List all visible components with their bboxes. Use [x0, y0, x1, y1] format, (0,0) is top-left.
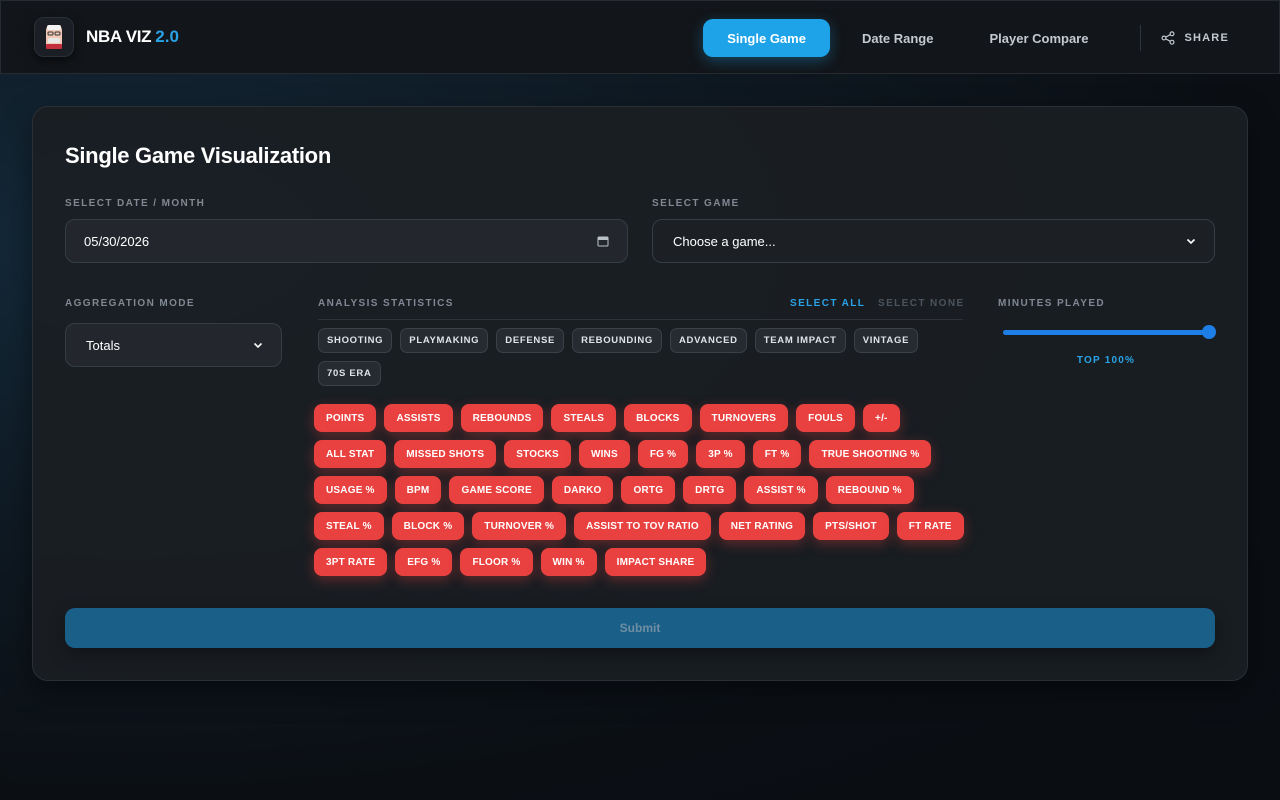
stat-chip[interactable]: FOULS [796, 404, 856, 432]
stat-chip[interactable]: GAME SCORE [449, 476, 544, 504]
tab-date-range[interactable]: Date Range [838, 19, 958, 57]
stat-chip[interactable]: FLOOR % [460, 548, 533, 576]
stat-chip[interactable]: +/- [863, 404, 900, 432]
share-label: SHARE [1184, 32, 1229, 44]
single-game-panel: Single Game Visualization SELECT DATE / … [32, 106, 1248, 681]
stat-category-70s-era[interactable]: 70S ERA [318, 361, 381, 386]
stat-chip[interactable]: 3P % [696, 440, 745, 468]
stat-chip[interactable]: 3PT RATE [314, 548, 388, 576]
top-navigation-bar: NBA VIZ 2.0 Single Game Date Range Playe… [0, 0, 1280, 74]
select-all-button[interactable]: SELECT ALL [790, 298, 865, 309]
stat-chip[interactable]: BPM [394, 476, 442, 504]
stat-category-advanced[interactable]: ADVANCED [669, 328, 747, 353]
player-avatar-icon [34, 17, 74, 57]
minutes-value: TOP 100% [1076, 355, 1136, 366]
stat-chip[interactable]: ORTG [621, 476, 676, 504]
date-value: 05/30/2026 [84, 233, 150, 249]
analysis-statistics-label: ANALYSIS STATISTICS [318, 298, 454, 309]
stat-category-rebounding[interactable]: REBOUNDING [572, 328, 662, 353]
stat-category-shooting[interactable]: SHOOTING [318, 328, 393, 353]
game-select[interactable]: Choose a game... [652, 219, 1215, 263]
page-title: Single Game Visualization [65, 143, 331, 168]
stat-chip[interactable]: ALL STAT [314, 440, 387, 468]
stat-chip[interactable]: STEAL % [314, 512, 384, 540]
stat-category-defense[interactable]: DEFENSE [496, 328, 565, 353]
chevron-down-icon [253, 342, 263, 349]
aggregation-label: AGGREGATION MODE [65, 298, 195, 309]
stat-chip[interactable]: ASSISTS [384, 404, 453, 432]
stat-chip-list: POINTS ASSISTS REBOUNDS STEALS BLOCKS TURNOVE… [314, 404, 974, 576]
stats-divider [318, 319, 963, 320]
stat-category-team-impact[interactable]: TEAM IMPACT [754, 328, 846, 353]
submit-button[interactable]: Submit [65, 608, 1215, 648]
game-select-value: Choose a game... [673, 233, 776, 249]
stat-category-playmaking[interactable]: PLAYMAKING [400, 328, 489, 353]
stat-chip[interactable]: FT RATE [896, 512, 964, 540]
brand-name: NBA VIZ [86, 27, 152, 46]
stat-chip[interactable]: ASSIST TO TOV RATIO [574, 512, 711, 540]
stat-chip[interactable]: FT % [752, 440, 802, 468]
stat-chip[interactable]: FG % [637, 440, 689, 468]
stat-chip[interactable]: POINTS [314, 404, 377, 432]
slider-fill [1003, 330, 1209, 335]
stat-chip[interactable]: DARKO [551, 476, 614, 504]
stat-chip[interactable]: WINS [578, 440, 630, 468]
stat-chip[interactable]: REBOUNDS [460, 404, 544, 432]
stat-chip[interactable]: NET RATING [718, 512, 806, 540]
stat-category-list: SHOOTING PLAYMAKING DEFENSE REBOUNDING ADVAN… [318, 328, 968, 386]
aggregation-select[interactable]: Totals [65, 323, 282, 367]
stat-chip[interactable]: USAGE % [314, 476, 387, 504]
stat-chip[interactable]: STEALS [551, 404, 617, 432]
date-input[interactable]: 05/30/2026 [65, 219, 628, 263]
share-icon [1161, 31, 1175, 45]
stat-chip[interactable]: MISSED SHOTS [394, 440, 497, 468]
stat-chip[interactable]: REBOUND % [825, 476, 914, 504]
slider-thumb[interactable] [1202, 325, 1216, 339]
stat-chip[interactable]: WIN % [540, 548, 597, 576]
nav-tabs: Single Game Date Range Player Compare SH… [703, 1, 1279, 75]
stat-chip[interactable]: DRTG [683, 476, 737, 504]
stat-chip[interactable]: EFG % [395, 548, 453, 576]
stat-chip[interactable]: BLOCKS [624, 404, 692, 432]
chevron-down-icon [1186, 238, 1196, 245]
share-button[interactable]: SHARE [1161, 31, 1229, 45]
minutes-slider[interactable] [1003, 325, 1216, 339]
stat-chip[interactable]: PTS/SHOT [813, 512, 889, 540]
aggregation-value: Totals [86, 337, 120, 353]
date-label: SELECT DATE / MONTH [65, 198, 206, 209]
nav-divider [1140, 25, 1142, 51]
game-label: SELECT GAME [652, 198, 740, 209]
brand-version: 2.0 [155, 27, 179, 46]
stat-category-vintage[interactable]: VINTAGE [853, 328, 919, 353]
stat-chip[interactable]: TRUE SHOOTING % [809, 440, 932, 468]
brand[interactable]: NBA VIZ 2.0 [34, 17, 179, 57]
stat-chip[interactable]: BLOCK % [391, 512, 465, 540]
calendar-icon[interactable] [597, 235, 609, 247]
stat-chip[interactable]: IMPACT SHARE [604, 548, 707, 576]
stat-chip[interactable]: TURNOVER % [472, 512, 567, 540]
stat-chip[interactable]: ASSIST % [744, 476, 818, 504]
minutes-label: MINUTES PLAYED [998, 298, 1106, 309]
stat-chip[interactable]: STOCKS [504, 440, 571, 468]
tab-single-game[interactable]: Single Game [703, 19, 830, 57]
stat-chip[interactable]: TURNOVERS [699, 404, 789, 432]
select-none-button[interactable]: SELECT NONE [878, 298, 965, 309]
tab-player-compare[interactable]: Player Compare [965, 19, 1112, 57]
